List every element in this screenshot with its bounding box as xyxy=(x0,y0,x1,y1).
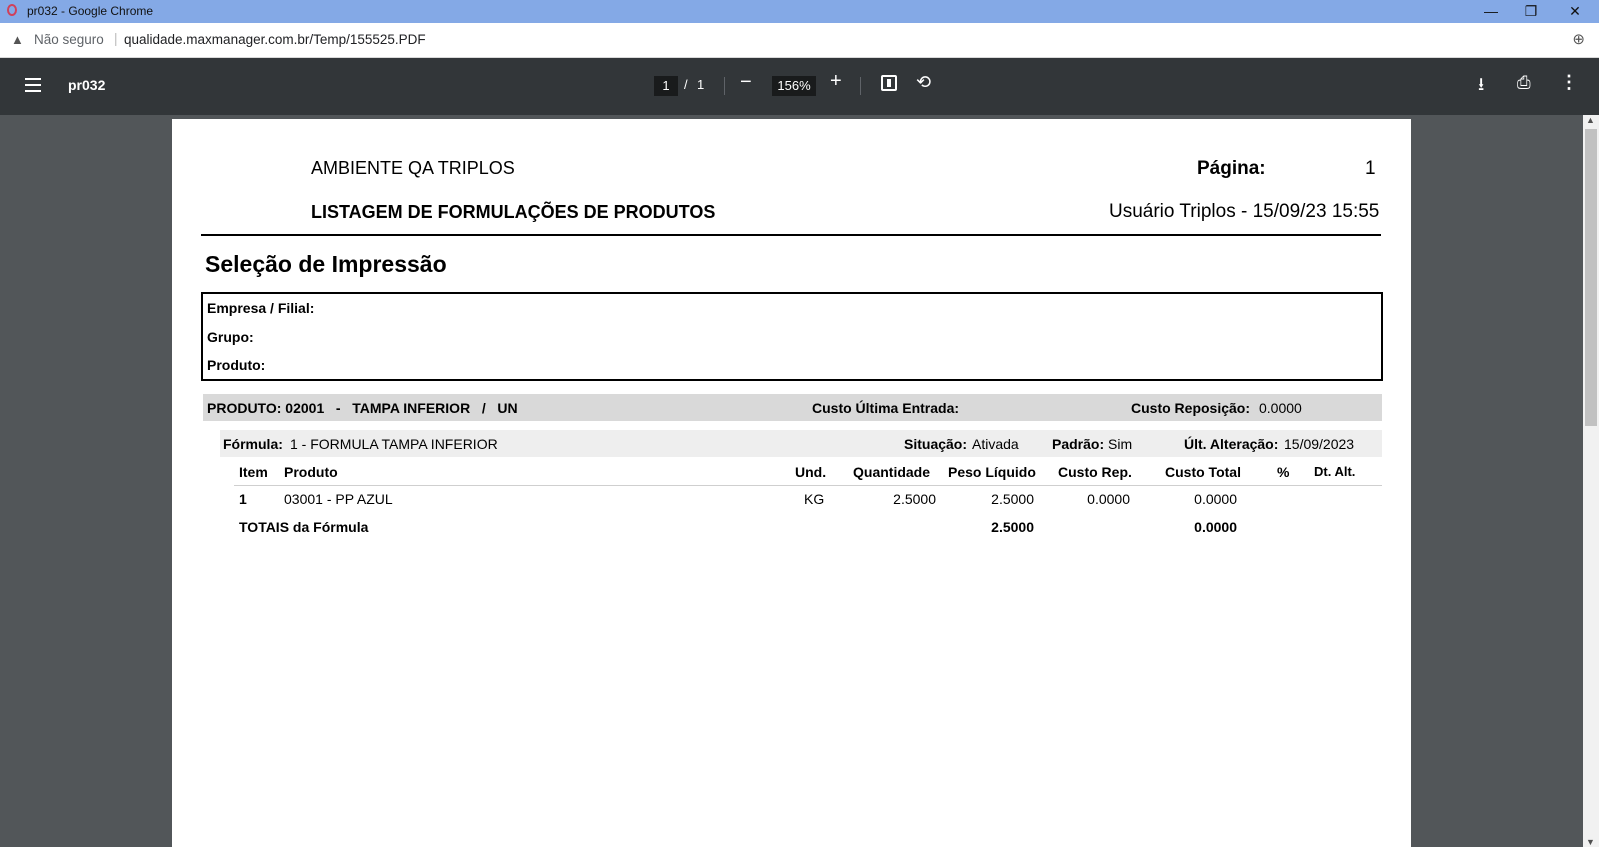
toolbar-divider xyxy=(724,77,725,95)
formula-value: 1 - FORMULA TAMPA INFERIOR xyxy=(290,436,498,452)
row-product: 03001 - PP AZUL xyxy=(284,491,393,507)
selection-title: Seleção de Impressão xyxy=(205,251,447,277)
rotate-icon[interactable]: ⟲ xyxy=(916,72,931,93)
formula-header-band: Fórmula: 1 - FORMULA TAMPA INFERIOR Situ… xyxy=(220,430,1382,457)
table-header-rule xyxy=(234,485,1382,486)
minimize-button[interactable]: — xyxy=(1469,1,1513,21)
security-label[interactable]: Não seguro xyxy=(34,32,104,47)
restore-button[interactable]: ❐ xyxy=(1509,1,1553,21)
page-separator: / xyxy=(684,77,688,92)
row-net-weight: 2.5000 xyxy=(991,491,1034,507)
selection-field-group: Grupo: xyxy=(207,329,254,345)
pdf-toolbar: pr032 1 / 1 − 156% + ⟲ ⭳ ⎙ ⋮ xyxy=(0,58,1599,115)
vertical-scrollbar[interactable]: ▲ ▼ xyxy=(1583,115,1599,847)
product-header: PRODUTO: 02001 - TAMPA INFERIOR / UN xyxy=(207,400,518,416)
report-title: LISTAGEM DE FORMULAÇÕES DE PRODUTOS xyxy=(311,202,716,222)
totals-net-weight: 2.5000 xyxy=(991,519,1034,535)
address-bar: ▲ Não seguro | qualidade.maxmanager.com.… xyxy=(0,23,1599,58)
selection-field-product: Produto: xyxy=(207,357,266,373)
menu-icon[interactable] xyxy=(22,74,44,96)
status-value: Ativada xyxy=(972,436,1019,452)
col-header-cost-rep: Custo Rep. xyxy=(1058,464,1132,480)
scrollbar-thumb[interactable] xyxy=(1585,129,1597,426)
user-timestamp: Usuário Triplos - 15/09/23 15:55 xyxy=(1109,201,1380,222)
more-options-icon[interactable]: ⋮ xyxy=(1560,72,1578,93)
page-number-input[interactable]: 1 xyxy=(654,76,678,96)
default-value: Sim xyxy=(1108,436,1133,452)
scroll-down-icon[interactable]: ▼ xyxy=(1586,837,1595,847)
toolbar-divider xyxy=(860,77,861,95)
close-button[interactable]: ✕ xyxy=(1553,1,1597,21)
page-number: 1 xyxy=(1365,158,1376,179)
url-field[interactable]: qualidade.maxmanager.com.br/Temp/155525.… xyxy=(124,32,426,47)
col-header-unit: Und. xyxy=(795,464,827,480)
col-header-net-weight: Peso Líquido xyxy=(948,464,1036,480)
page-total: 1 xyxy=(697,77,705,92)
totals-label: TOTAIS da Fórmula xyxy=(239,519,369,535)
col-header-date-change: Dt. Alt. xyxy=(1314,464,1356,479)
fit-to-page-icon[interactable] xyxy=(881,75,897,91)
print-icon[interactable]: ⎙ xyxy=(1517,73,1531,93)
zoom-out-icon[interactable]: − xyxy=(740,71,752,94)
chrome-app-icon xyxy=(7,4,17,16)
pdf-page: AMBIENTE QA TRIPLOS Página: 1 LISTAGEM D… xyxy=(172,119,1411,847)
row-total-cost: 0.0000 xyxy=(1194,491,1237,507)
company-name: AMBIENTE QA TRIPLOS xyxy=(311,158,515,178)
col-header-quantity: Quantidade xyxy=(853,464,931,480)
address-separator: | xyxy=(114,31,118,46)
col-header-product: Produto xyxy=(284,464,338,480)
default-label: Padrão: xyxy=(1052,436,1105,452)
row-cost-rep: 0.0000 xyxy=(1087,491,1130,507)
header-rule xyxy=(201,234,1381,236)
row-quantity: 2.5000 xyxy=(893,491,936,507)
window-title: pr032 - Google Chrome xyxy=(27,4,154,18)
col-header-total-cost: Custo Total xyxy=(1165,464,1241,480)
col-header-percent: % xyxy=(1277,464,1290,480)
row-item: 1 xyxy=(239,491,247,507)
replacement-cost-label: Custo Reposição: xyxy=(1131,400,1251,416)
selection-box: Empresa / Filial: Grupo: Produto: xyxy=(201,292,1383,381)
last-entry-cost-label: Custo Última Entrada: xyxy=(812,400,960,416)
document-title: pr032 xyxy=(68,77,106,93)
formula-label: Fórmula: xyxy=(223,436,283,452)
window-titlebar: pr032 - Google Chrome — ❐ ✕ xyxy=(0,0,1599,23)
download-icon[interactable]: ⭳ xyxy=(1478,72,1484,102)
warning-icon[interactable]: ▲ xyxy=(11,32,24,47)
totals-total-cost: 0.0000 xyxy=(1194,519,1237,535)
status-label: Situação: xyxy=(904,436,968,452)
scroll-up-icon[interactable]: ▲ xyxy=(1586,115,1595,125)
zoom-level-input[interactable]: 156% xyxy=(772,76,816,96)
last-change-value: 15/09/2023 xyxy=(1284,436,1355,452)
zoom-in-icon[interactable]: + xyxy=(830,70,842,93)
page-label: Página: xyxy=(1197,158,1266,179)
product-header-band: PRODUTO: 02001 - TAMPA INFERIOR / UN Cus… xyxy=(203,394,1382,421)
replacement-cost-value: 0.0000 xyxy=(1259,400,1302,416)
last-change-label: Últ. Alteração: xyxy=(1184,436,1279,452)
selection-field-company: Empresa / Filial: xyxy=(207,300,315,316)
col-header-item: Item xyxy=(239,464,268,480)
zoom-magnifier-icon[interactable]: ⊕ xyxy=(1572,30,1585,48)
row-unit: KG xyxy=(804,491,825,507)
